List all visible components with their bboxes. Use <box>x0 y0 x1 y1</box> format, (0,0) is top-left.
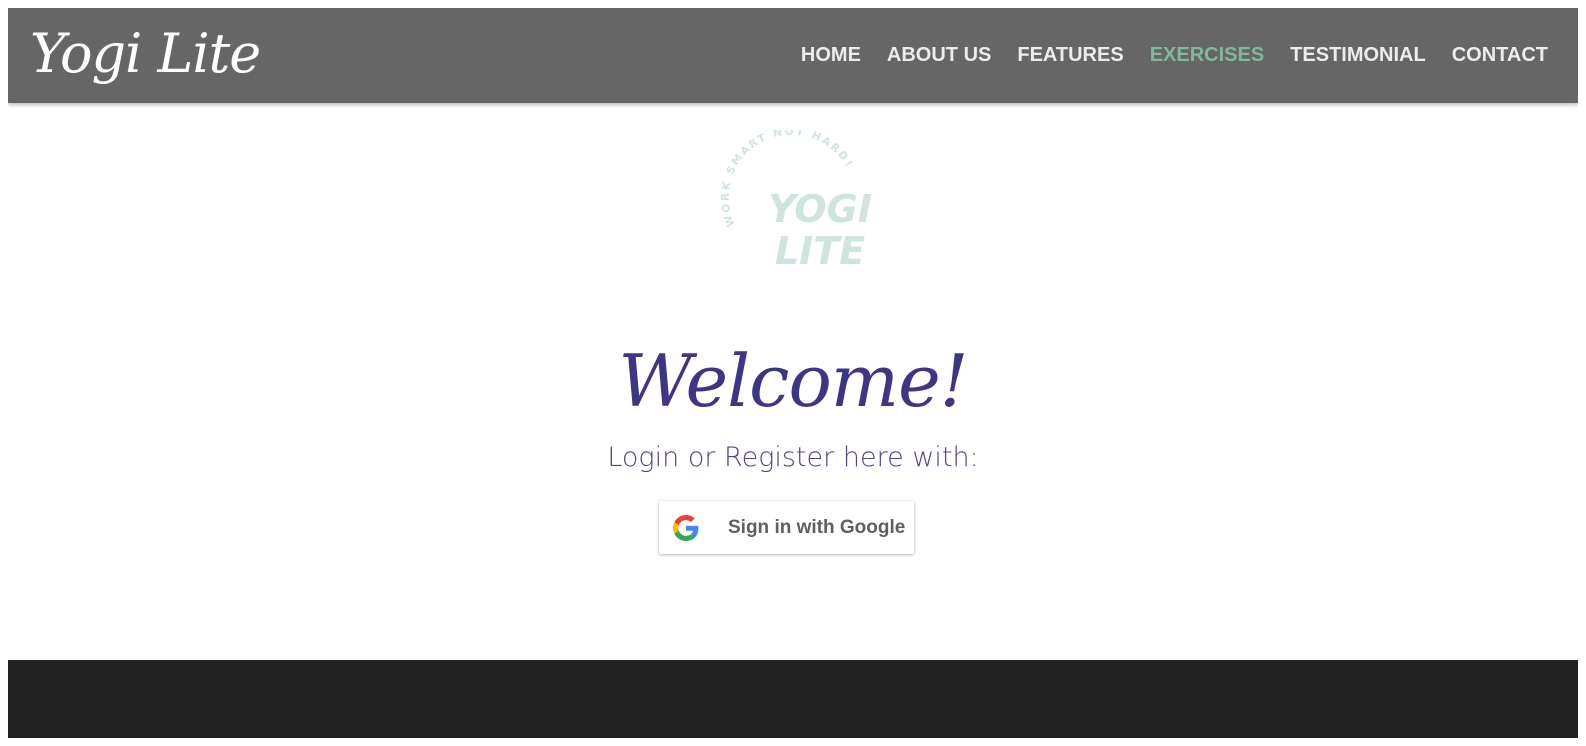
emblem-line-2: LITE <box>775 229 865 273</box>
sign-in-with-google-button[interactable]: Sign in with Google <box>659 501 914 554</box>
emblem-line-1: YOGI <box>768 187 872 231</box>
nav-item-features[interactable]: FEATURES <box>1017 44 1123 67</box>
login-register-subtitle: Login or Register here with: <box>607 442 979 473</box>
google-g-icon <box>673 515 699 541</box>
emblem-svg: WORK SMART NOT HARD! YOGI LITE <box>720 126 872 273</box>
nav-links: HOME ABOUT US FEATURES EXERCISES TESTIMO… <box>801 8 1548 103</box>
nav-item-home[interactable]: HOME <box>801 44 861 67</box>
nav-item-testimonial[interactable]: TESTIMONIAL <box>1290 44 1426 67</box>
nav-item-contact[interactable]: CONTACT <box>1452 44 1548 67</box>
nav-item-exercises[interactable]: EXERCISES <box>1150 44 1264 67</box>
yogi-lite-emblem: WORK SMART NOT HARD! YOGI LITE <box>703 126 893 280</box>
page-frame: Yogi Lite HOME ABOUT US FEATURES EXERCIS… <box>8 8 1578 738</box>
footer <box>8 660 1578 738</box>
brand-logo[interactable]: Yogi Lite <box>30 14 261 94</box>
navbar: Yogi Lite HOME ABOUT US FEATURES EXERCIS… <box>8 8 1578 103</box>
welcome-heading: Welcome! <box>618 339 968 423</box>
google-button-label: Sign in with Google <box>728 517 906 538</box>
nav-item-about-us[interactable]: ABOUT US <box>887 44 991 67</box>
